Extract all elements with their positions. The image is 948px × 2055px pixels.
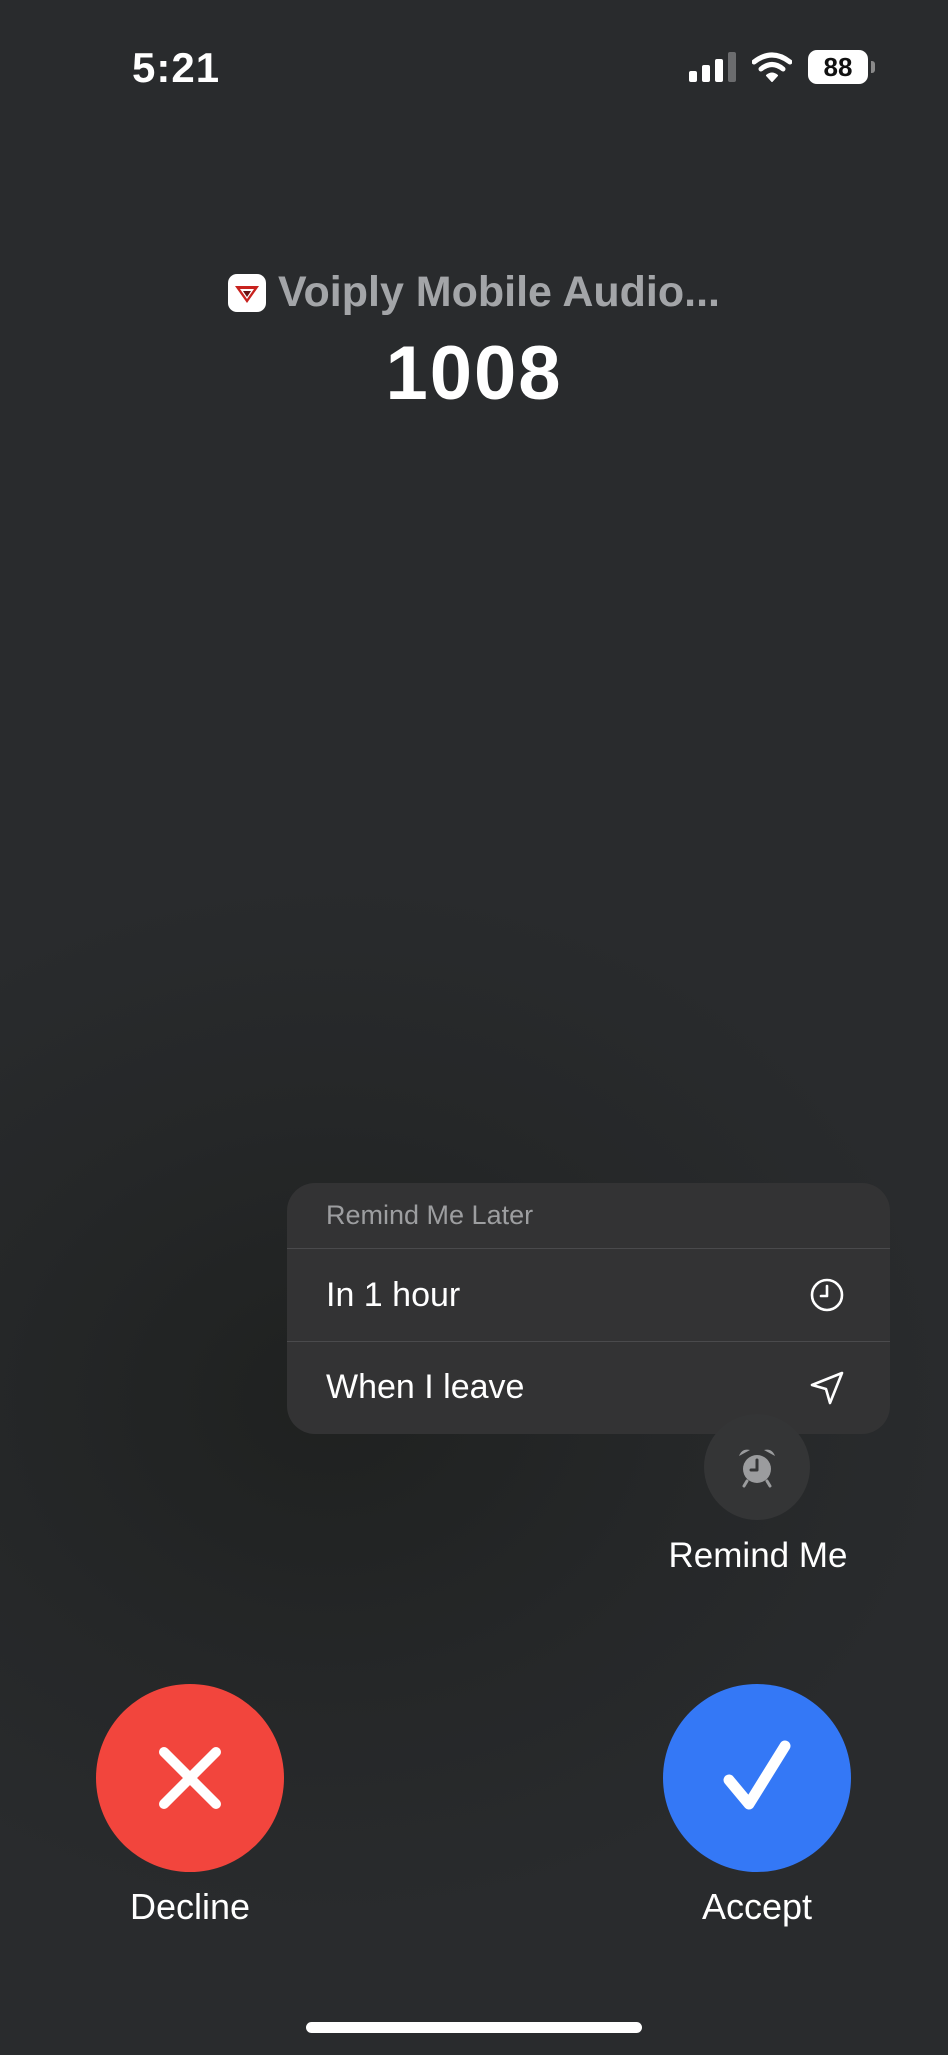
caller-number: 1008 [385, 331, 563, 416]
app-name: Voiply Mobile Audio... [278, 268, 720, 316]
app-logo-icon [228, 273, 267, 312]
status-time: 5:21 [132, 44, 221, 91]
remind-me-label: Remind Me [668, 1536, 848, 1575]
remind-later-menu: Remind Me Later In 1 hour When I leave [287, 1183, 890, 1434]
caller-app: Voiply Mobile Audio... [0, 268, 948, 317]
remind-me-button[interactable] [704, 1414, 810, 1520]
wifi-icon [752, 52, 792, 82]
location-arrow-icon [810, 1371, 844, 1404]
menu-item-in-1-hour[interactable]: In 1 hour [287, 1249, 890, 1341]
status-icons: 88 [689, 50, 875, 84]
menu-item-when-i-leave[interactable]: When I leave [287, 1341, 890, 1433]
decline-label: Decline [129, 1886, 251, 1927]
menu-title: Remind Me Later [287, 1183, 890, 1249]
clock-icon [810, 1278, 844, 1312]
close-icon [159, 1747, 221, 1809]
home-indicator[interactable] [306, 2022, 642, 2033]
accept-label: Accept [701, 1886, 813, 1927]
checkmark-icon [723, 1740, 791, 1810]
battery-indicator: 88 [808, 50, 875, 84]
battery-percent: 88 [823, 51, 853, 82]
menu-item-label: When I leave [326, 1368, 525, 1406]
accept-button[interactable] [663, 1684, 851, 1872]
decline-button[interactable] [96, 1684, 284, 1872]
alarm-clock-icon [739, 1449, 775, 1488]
menu-item-label: In 1 hour [326, 1275, 461, 1314]
cellular-signal-icon [689, 52, 736, 82]
